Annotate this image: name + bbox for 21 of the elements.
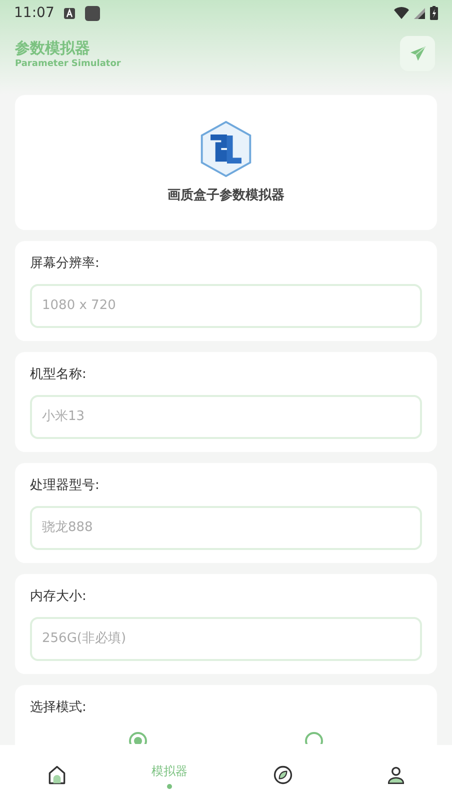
app-icon xyxy=(85,6,100,20)
mode-label: 选择模式: xyxy=(30,699,88,717)
input-field[interactable]: 1080 x 720 xyxy=(30,284,422,328)
field-label: 内存大小: xyxy=(30,588,88,606)
battery-icon xyxy=(430,6,438,20)
notification-icon xyxy=(64,8,76,18)
page-title: 参数模拟器 xyxy=(15,38,91,58)
field-label: 屏幕分辨率: xyxy=(30,255,100,273)
compass-icon xyxy=(272,764,294,786)
nav-tab[interactable]: 模拟器 xyxy=(134,750,204,800)
input-field[interactable]: 骁龙888 xyxy=(30,506,422,550)
field-label: 处理器型号: xyxy=(30,477,100,495)
wifi-icon xyxy=(394,7,409,19)
field-label: 机型名称: xyxy=(30,366,88,384)
logo-caption: 画质盒子参数模拟器 xyxy=(168,186,284,205)
signal-icon xyxy=(414,8,425,18)
status-time: 11:07 xyxy=(14,4,54,22)
paper-plane-icon xyxy=(408,44,426,62)
input-field[interactable]: 256G(非必填) xyxy=(30,616,422,660)
input-field[interactable]: 小米13 xyxy=(30,394,422,438)
page-subtitle: Parameter Simulator xyxy=(15,58,121,70)
